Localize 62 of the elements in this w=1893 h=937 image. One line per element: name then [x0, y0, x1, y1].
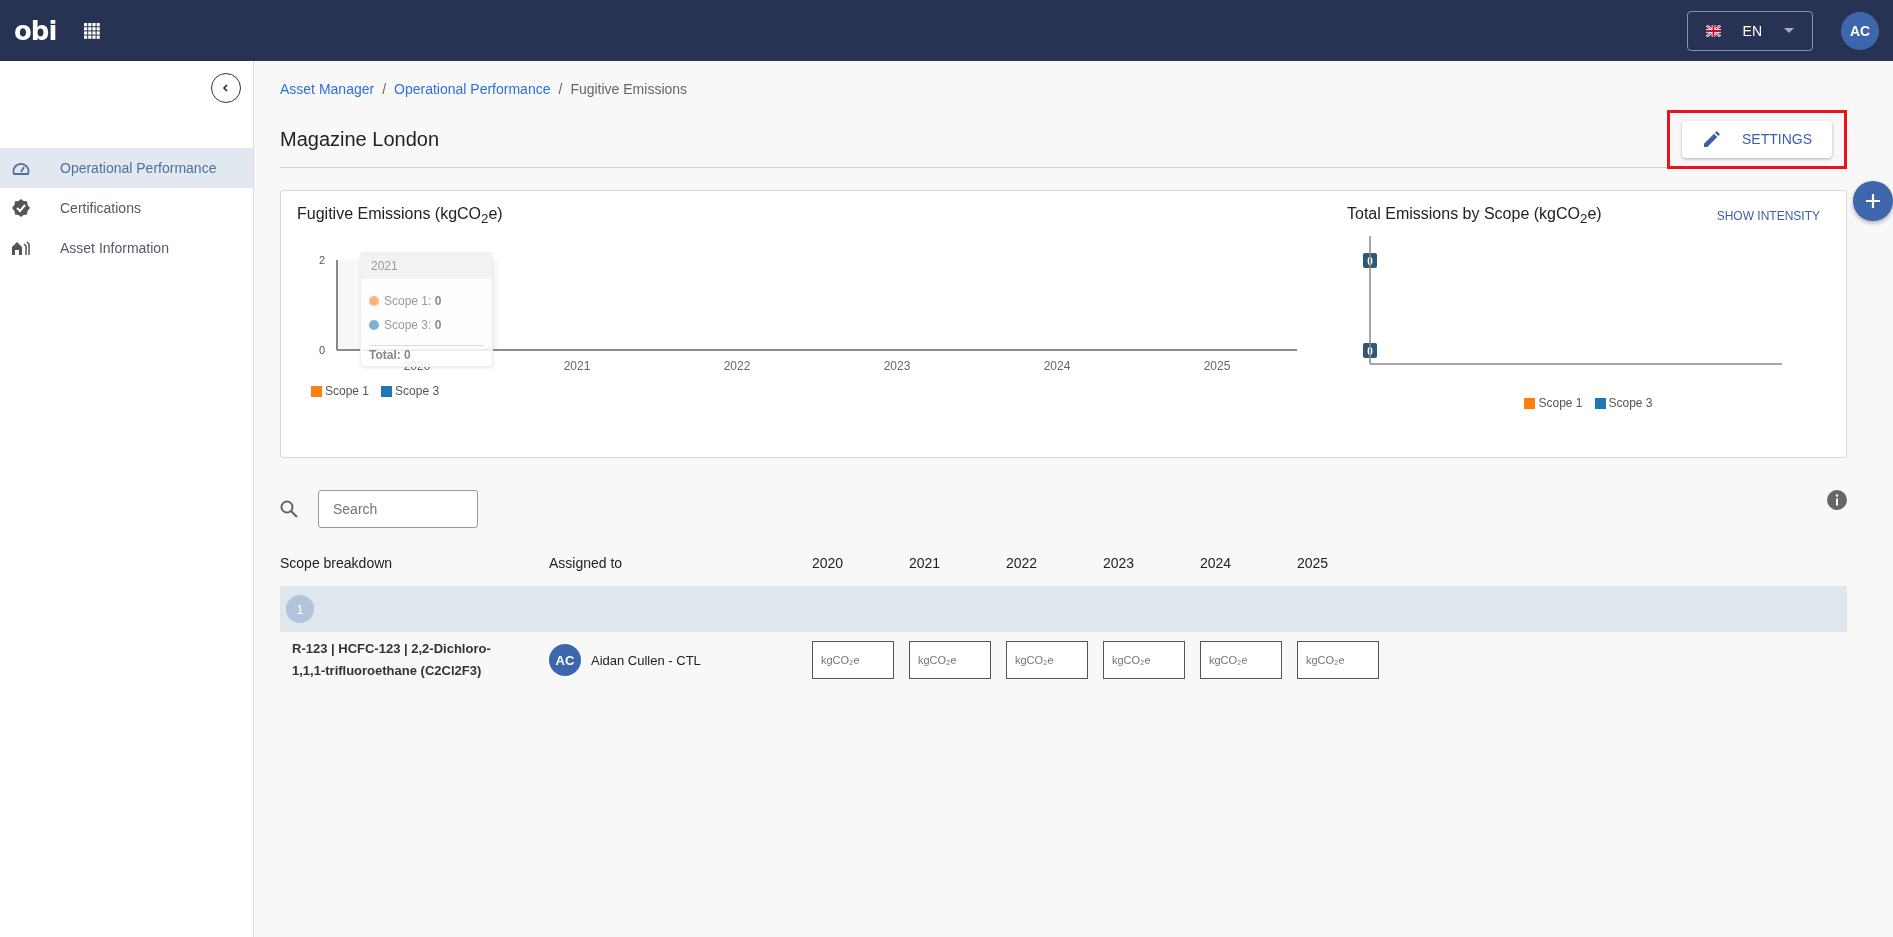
emission-input[interactable]: kgCO₂e — [812, 641, 894, 679]
tooltip-value: Scope 3: 0 — [384, 318, 442, 333]
column-header: 2024 — [1200, 555, 1233, 571]
search-field[interactable]: Search — [318, 490, 478, 528]
collapse-button[interactable] — [211, 73, 241, 103]
breadcrumb-item: Fugitive Emissions — [570, 81, 688, 97]
caret-icon — [1784, 28, 1794, 33]
emission-input[interactable]: kgCO₂e — [1200, 641, 1282, 679]
legend-label[interactable]: Scope 1 — [325, 384, 370, 399]
tooltip-title: 2021 — [371, 259, 398, 274]
chart-title: Fugitive Emissions (kgCO$_{2}$e) — [297, 205, 504, 227]
flag-icon — [1705, 24, 1721, 37]
breadcrumb-item[interactable]: Asset Manager — [280, 81, 375, 97]
tooltip-value: Scope 1: 0 — [384, 294, 442, 309]
axis-label: 2023 — [883, 359, 911, 374]
search-icon — [280, 500, 298, 518]
plus-icon — [1866, 194, 1880, 208]
axis-label: 0 — [318, 344, 325, 357]
axis-label: 2022 — [723, 359, 751, 374]
logo[interactable]: obi — [14, 15, 57, 46]
column-header: 2020 — [812, 555, 845, 571]
column-header: Scope breakdown — [280, 555, 394, 571]
show-intensity-button[interactable]: SHOW INTENSITY — [1716, 208, 1820, 223]
assignee-name: Aidan Cullen - CTL — [591, 652, 701, 668]
apps-grid-icon[interactable] — [84, 22, 101, 39]
building-icon — [12, 241, 30, 255]
axis-label: 2021 — [563, 359, 591, 374]
breadcrumb-separator: / — [558, 81, 563, 97]
axis-label: 2024 — [1043, 359, 1071, 374]
sidebar-item[interactable]: Certifications — [0, 188, 253, 228]
legend-label[interactable]: Scope 3 — [1608, 396, 1653, 411]
emission-input[interactable]: kgCO₂e — [1297, 641, 1379, 679]
emission-input[interactable]: kgCO₂e — [1006, 641, 1088, 679]
gauge-icon — [12, 161, 30, 175]
sidebar-item[interactable]: Asset Information — [0, 228, 253, 268]
group-badge: 1 — [286, 595, 314, 623]
user-avatar[interactable]: AC — [1841, 11, 1879, 50]
badge-check-icon — [12, 199, 30, 217]
column-header: Assigned to — [549, 555, 624, 571]
column-header: 2023 — [1103, 555, 1136, 571]
column-header: 2021 — [909, 555, 942, 571]
breadcrumb-separator: / — [382, 81, 387, 97]
add-button[interactable] — [1853, 181, 1893, 221]
axis-label: 2025 — [1203, 359, 1231, 374]
pencil-icon — [1704, 131, 1720, 147]
axis-label: 2 — [318, 254, 325, 267]
chevron-left-icon — [222, 84, 230, 92]
legend-label[interactable]: Scope 1 — [1538, 396, 1583, 411]
breadcrumb-item[interactable]: Operational Performance — [394, 81, 551, 97]
emission-input[interactable]: kgCO₂e — [909, 641, 991, 679]
column-header: 2022 — [1006, 555, 1039, 571]
column-header: 2025 — [1297, 555, 1330, 571]
chart-title: Total Emissions by Scope (kgCO$_{2}$e) — [1347, 205, 1602, 227]
emission-input[interactable]: kgCO₂e — [1103, 641, 1185, 679]
assignee-avatar: AC — [549, 644, 581, 676]
sidebar-item[interactable]: Operational Performance — [0, 148, 253, 188]
language-selector[interactable]: EN — [1686, 10, 1813, 51]
settings-button[interactable]: SETTINGS — [1682, 120, 1832, 158]
scope-name: R-123 | HCFC-123 | 2,2-Dichloro-1,1,1-trifluoroethane (C2Cl2F3) — [291, 640, 492, 680]
info-icon[interactable] — [1827, 490, 1847, 510]
page-title: Magazine London — [280, 127, 439, 151]
legend-label[interactable]: Scope 3 — [395, 384, 440, 399]
